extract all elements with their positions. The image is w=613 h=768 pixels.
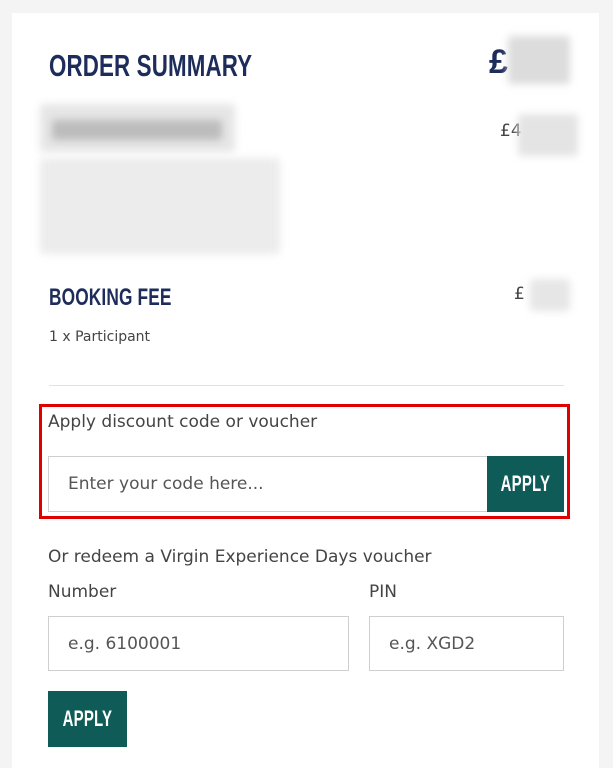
- item-title-redacted: [52, 120, 222, 140]
- booking-fee-price-redacted: [530, 279, 570, 311]
- voucher-number-label: Number: [48, 582, 117, 602]
- section-divider: [49, 385, 564, 386]
- discount-apply-label: APPLY: [500, 471, 551, 496]
- item-price-redacted: [518, 114, 578, 156]
- order-total-redacted: [508, 36, 570, 84]
- discount-label: Apply discount code or voucher: [48, 412, 318, 432]
- booking-fee-price-symbol: £: [514, 284, 525, 304]
- booking-fee-participants: 1 x Participant: [49, 329, 151, 345]
- voucher-pin-input[interactable]: e.g. XGD2: [369, 616, 564, 671]
- order-summary-title: ORDER SUMMARY: [49, 48, 253, 83]
- order-total-symbol: £: [489, 43, 508, 81]
- voucher-apply-label: APPLY: [62, 706, 113, 731]
- voucher-number-input[interactable]: e.g. 6100001: [48, 616, 349, 671]
- voucher-apply-button[interactable]: APPLY: [48, 691, 127, 747]
- booking-fee-title: BOOKING FEE: [49, 284, 172, 311]
- item-details-redacted: [40, 158, 280, 254]
- voucher-label: Or redeem a Virgin Experience Days vouch…: [48, 547, 432, 567]
- voucher-pin-label: PIN: [369, 582, 397, 602]
- discount-code-input[interactable]: Enter your code here...: [48, 456, 488, 512]
- discount-apply-button[interactable]: APPLY: [487, 456, 564, 512]
